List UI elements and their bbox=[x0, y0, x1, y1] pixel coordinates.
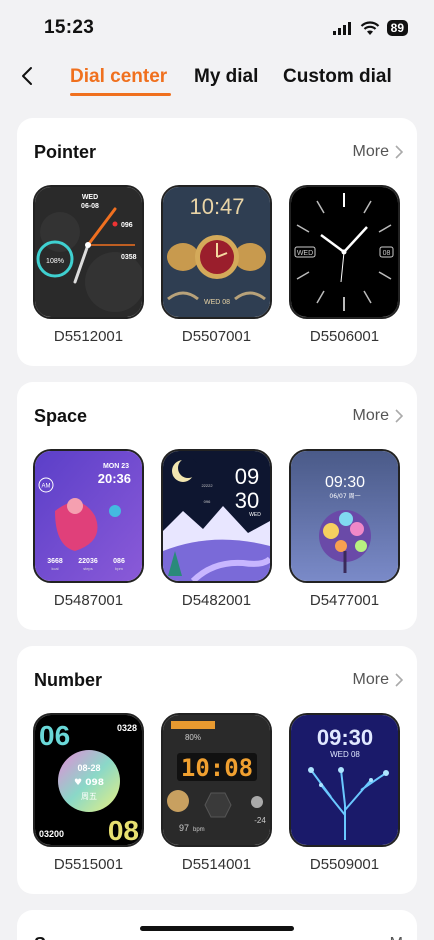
face-day: WED bbox=[297, 250, 313, 257]
face-bottom-number: 08 bbox=[108, 815, 139, 845]
tab-active-underline bbox=[70, 93, 171, 96]
dial-id: D5506001 bbox=[309, 328, 380, 345]
dial-preview[interactable]: 09 30 WED 22222 096 bbox=[161, 449, 272, 583]
more-label: More bbox=[352, 671, 389, 688]
battery-icon: 89 bbox=[386, 20, 408, 36]
dial-item[interactable]: 10:47 WED 08 D5507001 bbox=[161, 185, 272, 345]
dial-preview[interactable]: 06 0328 08-28 ♥ 098 周五 03200 08 bbox=[33, 713, 144, 847]
section-title: Sp bbox=[34, 934, 57, 940]
section-partial: Sp M bbox=[17, 910, 417, 940]
face-stat-1: 3668 bbox=[47, 558, 63, 565]
face-top-right: 0328 bbox=[117, 723, 137, 733]
dial-preview[interactable]: AM MON 23 20:36 3668 22036 086 kcal step… bbox=[33, 449, 144, 583]
dial-preview[interactable]: 09:30 06/07 周一 bbox=[289, 449, 400, 583]
dial-id: D5512001 bbox=[53, 328, 124, 345]
chevron-right-icon bbox=[395, 673, 403, 687]
cellular-signal-icon bbox=[332, 22, 351, 35]
face-date: 06/07 周一 bbox=[329, 493, 360, 500]
section-title: Pointer bbox=[34, 142, 97, 162]
dial-id: D5514001 bbox=[181, 856, 252, 873]
face-day: WED bbox=[249, 512, 261, 518]
face-day: WED bbox=[82, 194, 98, 201]
wifi-icon bbox=[360, 20, 379, 35]
face-time: 10:47 bbox=[189, 194, 244, 219]
face-date: 08-28 bbox=[77, 763, 100, 773]
dial-item[interactable]: 09:30 WED 08 D5509001 bbox=[289, 713, 400, 873]
dial-id: D5477001 bbox=[309, 592, 380, 609]
face-time: 20:36 bbox=[98, 471, 131, 486]
dial-id: D5487001 bbox=[53, 592, 124, 609]
chevron-right-icon bbox=[395, 145, 403, 159]
face-time: 09:30 bbox=[325, 474, 365, 491]
face-stat-3: 086 bbox=[113, 558, 125, 565]
dial-item[interactable]: AM MON 23 20:36 3668 22036 086 kcal step… bbox=[33, 449, 144, 609]
status-icons: 89 bbox=[332, 20, 408, 36]
home-indicator bbox=[140, 926, 294, 931]
more-label: More bbox=[352, 407, 389, 424]
dial-preview[interactable]: 80% 10:08 97 bpm -24 bbox=[161, 713, 272, 847]
face-time: 09:30 bbox=[317, 725, 373, 750]
section-number: Number More 06 0328 08-28 ♥ 098 周五 03200… bbox=[17, 646, 417, 894]
face-time: 10:08 bbox=[181, 754, 253, 782]
face-steps: 03200 bbox=[39, 829, 64, 839]
face-stat-2: 22036 bbox=[78, 558, 98, 565]
dial-id: D5482001 bbox=[181, 592, 252, 609]
face-date: WED 08 bbox=[330, 750, 360, 759]
tab-custom-dial[interactable]: Custom dial bbox=[283, 66, 392, 88]
more-label: More bbox=[352, 143, 389, 160]
dial-preview[interactable]: 09:30 WED 08 bbox=[289, 713, 400, 847]
face-bpm-value: 97 bbox=[179, 823, 189, 833]
face-unit-3: bpm bbox=[115, 566, 123, 571]
more-button[interactable]: M bbox=[390, 935, 403, 940]
section-title: Space bbox=[34, 406, 88, 426]
face-value-2: 0358 bbox=[121, 254, 137, 261]
face-date: WED 08 bbox=[204, 299, 230, 306]
face-pct: 80% bbox=[185, 733, 201, 742]
dial-item[interactable]: 108% WED 06-08 096 0358 D5512001 bbox=[33, 185, 144, 345]
face-small-1: 22222 bbox=[201, 483, 213, 488]
top-nav: Dial center My dial Custom dial bbox=[0, 56, 434, 100]
more-button[interactable]: More bbox=[353, 143, 403, 161]
face-date: 06-08 bbox=[81, 203, 99, 210]
face-pct: 108% bbox=[46, 258, 64, 265]
more-button[interactable]: More bbox=[353, 671, 403, 689]
face-top-number: 06 bbox=[39, 720, 70, 751]
dial-preview[interactable]: 10:47 WED 08 bbox=[161, 185, 272, 319]
dial-item[interactable]: 06 0328 08-28 ♥ 098 周五 03200 08 D5515001 bbox=[33, 713, 144, 873]
more-label: M bbox=[390, 935, 403, 940]
back-icon[interactable] bbox=[16, 64, 40, 88]
dial-item[interactable]: 09 30 WED 22222 096 D5482001 bbox=[161, 449, 272, 609]
face-date: 08 bbox=[383, 250, 391, 257]
face-hour: 09 bbox=[235, 464, 259, 489]
section-space: Space More AM MON 23 20:36 3668 22036 08… bbox=[17, 382, 417, 630]
dial-item[interactable]: WED 08 D5506001 bbox=[289, 185, 400, 345]
face-value-1: 096 bbox=[121, 222, 133, 229]
section-title: Number bbox=[34, 670, 103, 690]
face-small-2: 096 bbox=[204, 499, 211, 504]
face-unit-1: kcal bbox=[51, 566, 58, 571]
face-min: 30 bbox=[235, 488, 259, 513]
chevron-right-icon bbox=[395, 409, 403, 423]
dial-item[interactable]: 80% 10:08 97 bpm -24 D5514001 bbox=[161, 713, 272, 873]
dial-id: D5509001 bbox=[309, 856, 380, 873]
tab-my-dial[interactable]: My dial bbox=[194, 66, 258, 88]
dial-item[interactable]: 09:30 06/07 周一 D5477001 bbox=[289, 449, 400, 609]
more-button[interactable]: More bbox=[353, 407, 403, 425]
dial-preview[interactable]: WED 08 bbox=[289, 185, 400, 319]
face-unit-2: steps bbox=[83, 566, 93, 571]
dial-id: D5507001 bbox=[181, 328, 252, 345]
section-pointer: Pointer More 108% WED 06-08 096 0358 D55… bbox=[17, 118, 417, 366]
tab-dial-center[interactable]: Dial center bbox=[70, 66, 167, 88]
status-bar: 15:23 89 bbox=[0, 0, 434, 56]
face-am: AM bbox=[42, 484, 51, 490]
face-temp: -24 bbox=[254, 816, 266, 825]
face-heart-rate: ♥ 098 bbox=[74, 778, 104, 788]
face-bpm-unit: bpm bbox=[193, 827, 205, 833]
dial-preview[interactable]: 108% WED 06-08 096 0358 bbox=[33, 185, 144, 319]
face-day: 周五 bbox=[81, 792, 97, 801]
face-date: MON 23 bbox=[103, 463, 129, 470]
status-time: 15:23 bbox=[44, 17, 95, 38]
dial-id: D5515001 bbox=[53, 856, 124, 873]
